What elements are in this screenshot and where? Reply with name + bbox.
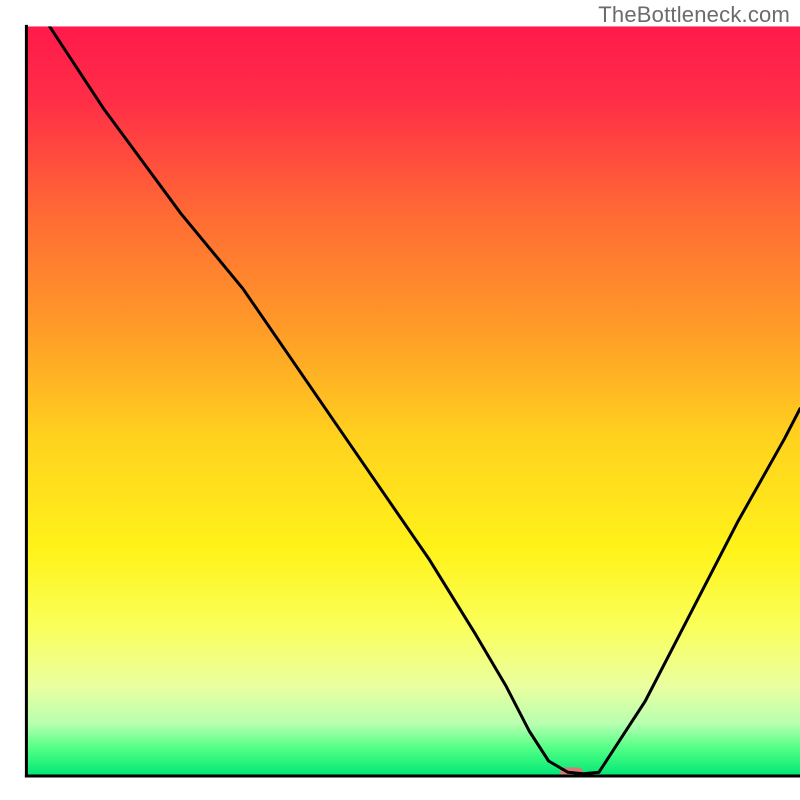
- bottleneck-chart: [0, 0, 800, 800]
- watermark-text: TheBottleneck.com: [598, 2, 790, 28]
- gradient-background: [26, 26, 800, 776]
- chart-container: TheBottleneck.com: [0, 0, 800, 800]
